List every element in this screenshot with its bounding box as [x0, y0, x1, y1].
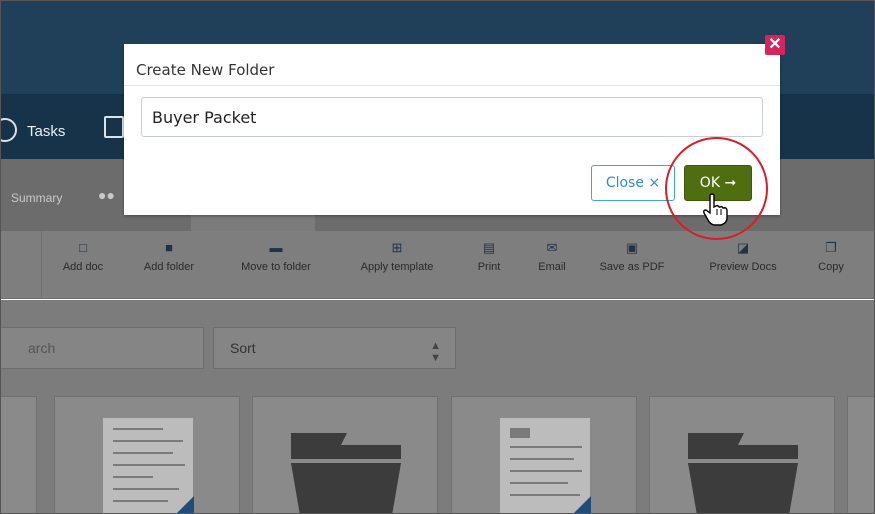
preview-docs-button[interactable]: ◪ Preview Docs	[693, 239, 793, 273]
email-icon: ✉	[546, 240, 558, 255]
copy-icon: ❐	[825, 240, 837, 255]
printer-icon: ▤	[482, 240, 496, 255]
close-button-label: Close	[605, 175, 644, 191]
move-to-folder-label: Move to folder	[241, 261, 311, 273]
email-label: Email	[538, 261, 566, 273]
search-input[interactable]: arch	[1, 327, 204, 369]
document-corner-badge	[561, 496, 591, 513]
preview-icon: ◪	[736, 240, 750, 255]
folder-name-input[interactable]	[141, 97, 763, 137]
folder-icon	[291, 433, 401, 513]
document-thumbnail	[102, 417, 194, 513]
add-folder-button[interactable]: ■ Add folder	[131, 239, 207, 273]
add-doc-button[interactable]: □ Add doc	[53, 239, 113, 273]
add-doc-label: Add doc	[62, 261, 104, 273]
template-grid-icon: ⊞	[391, 240, 403, 255]
copy-label: Copy	[818, 261, 844, 273]
add-folder-label: Add folder	[143, 261, 195, 273]
dialog-title: Create New Folder	[136, 61, 275, 79]
hand-cursor-icon	[703, 193, 728, 226]
add-doc-icon: □	[79, 240, 87, 255]
folder-icon: ▬	[269, 240, 283, 255]
document-corner-badge	[164, 496, 194, 513]
pdf-icon: ▣	[625, 240, 639, 255]
preview-docs-label: Preview Docs	[709, 261, 777, 273]
nav-item-tasks[interactable]: Tasks	[27, 123, 65, 140]
document-thumbnail	[499, 417, 591, 513]
document-card[interactable]	[54, 396, 240, 513]
sort-select[interactable]: Sort ▲ ▼	[213, 327, 456, 369]
folder-icon	[688, 433, 798, 513]
folder-card[interactable]	[649, 396, 835, 513]
toolbar-divider	[41, 231, 42, 299]
contacts-icon[interactable]	[104, 116, 124, 138]
close-x-icon: ×	[648, 175, 661, 191]
add-folder-icon: ■	[165, 240, 173, 255]
document-card[interactable]	[847, 396, 874, 513]
print-button[interactable]: ▤ Print	[467, 239, 511, 273]
save-as-pdf-button[interactable]: ▣ Save as PDF	[591, 239, 673, 273]
email-button[interactable]: ✉ Email	[527, 239, 577, 273]
close-icon[interactable]: ✕	[765, 35, 785, 55]
copy-button[interactable]: ❐ Copy	[809, 239, 853, 273]
people-icon[interactable]: ●●	[98, 187, 115, 203]
apply-template-button[interactable]: ⊞ Apply template	[345, 239, 449, 273]
search-placeholder: arch	[28, 340, 56, 356]
document-card[interactable]	[1, 396, 37, 513]
subnav-item-summary[interactable]: Summary	[11, 191, 62, 205]
active-subnav-tab	[191, 215, 315, 231]
move-to-folder-button[interactable]: ▬ Move to folder	[225, 239, 327, 273]
print-label: Print	[477, 261, 501, 273]
app-frame: Tasks Summary ●● □ Add doc ■ Add folder …	[0, 0, 875, 514]
save-as-pdf-label: Save as PDF	[599, 261, 665, 273]
close-button[interactable]: Close ×	[591, 165, 675, 201]
folder-card[interactable]	[252, 396, 438, 513]
sort-caret-icon: ▲ ▼	[430, 340, 441, 364]
dialog-divider	[124, 85, 780, 86]
apply-template-label: Apply template	[360, 261, 434, 273]
document-card[interactable]	[451, 396, 637, 513]
sort-label: Sort	[230, 340, 256, 356]
